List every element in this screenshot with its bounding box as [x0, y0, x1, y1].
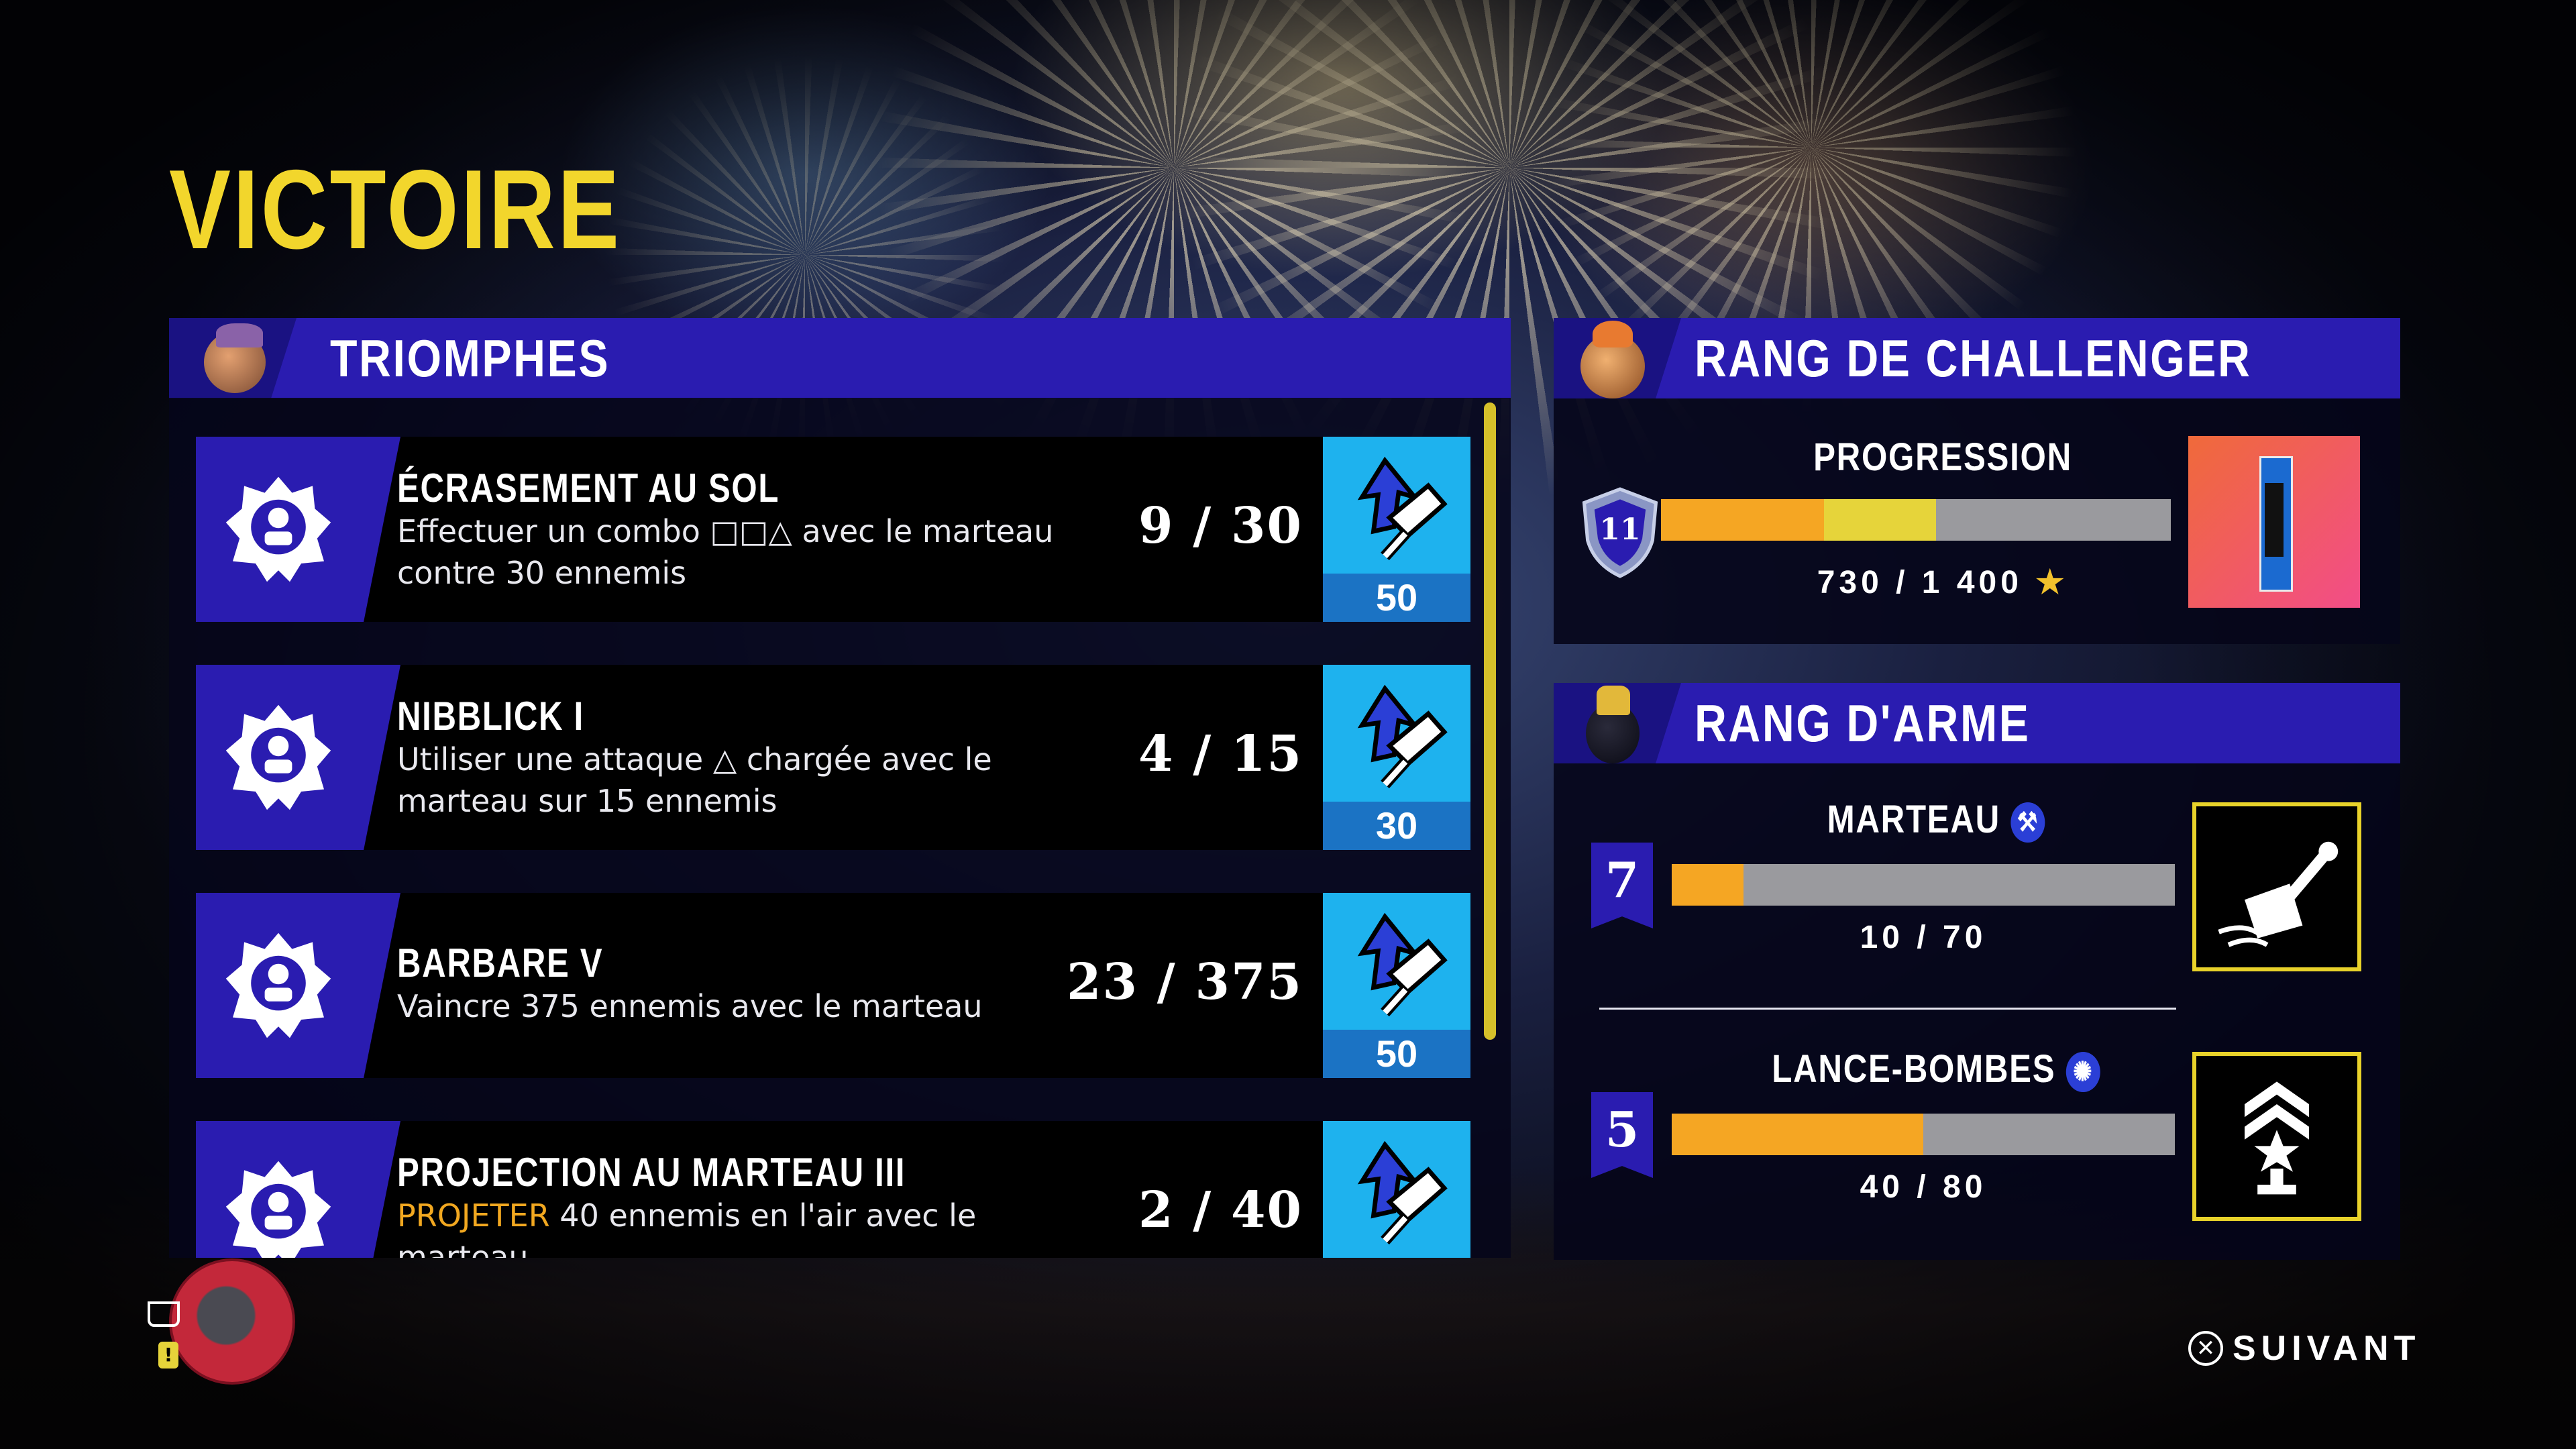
- challenger-title: RANG DE CHALLENGER: [1695, 328, 2252, 388]
- rank-shield-icon: 11: [1576, 486, 1664, 580]
- triumph-emblem-icon: [225, 704, 331, 810]
- triumph-progress: 2 / 40: [1138, 1181, 1303, 1239]
- hammer-xp-icon: [1357, 912, 1448, 1017]
- challenger-progress-bar: [1661, 499, 2171, 541]
- page-title: VICTOIRE: [169, 146, 622, 272]
- list-item: NIBBLICK I Utiliser une attaque △ chargé…: [196, 665, 1470, 850]
- keyword-highlight: PROJETER: [397, 1197, 550, 1234]
- hammer-icon: [2218, 841, 2339, 947]
- weapon-rank-title: RANG D'ARME: [1695, 693, 2031, 753]
- list-item: BARBARE V Vaincre 375 ennemis avec le ma…: [196, 893, 1470, 1078]
- hammer-xp-icon: [1357, 1140, 1448, 1245]
- character-portrait: [1554, 683, 1695, 763]
- challenger-panel: PROGRESSION 11 730 / 1 400 ★: [1554, 398, 2400, 644]
- cross-button-icon: ✕: [2188, 1331, 2223, 1366]
- hammer-icon: ⚒: [2010, 802, 2045, 843]
- weapon-name: LANCE-BOMBES ✺: [1731, 1046, 2141, 1092]
- triumph-emblem-icon: [225, 932, 331, 1038]
- alert-icon: !: [158, 1342, 178, 1368]
- triumph-description: PROJETER 40 ennemis en l'air avec le mar…: [397, 1197, 977, 1258]
- party-icon: [148, 1301, 180, 1327]
- weapon-progress-bar: [1672, 1114, 2175, 1155]
- next-label: SUIVANT: [2233, 1329, 2421, 1368]
- triumph-progress: 9 / 30: [1138, 497, 1303, 555]
- rank-number: 11: [1599, 513, 1641, 547]
- hammer-xp-icon: [1357, 684, 1448, 789]
- reward-value: 30: [1323, 802, 1470, 850]
- scrollbar[interactable]: [1484, 402, 1496, 1040]
- challenger-progress-value: 730 / 1 400 ★: [1817, 565, 2069, 600]
- reward-card-image: [2188, 436, 2360, 608]
- player-avatar: !: [148, 1258, 295, 1385]
- weapon-tile: [2192, 1052, 2361, 1221]
- triumph-emblem-icon: [225, 1161, 331, 1258]
- weapon-progress-value: 10 / 70: [1860, 920, 1987, 955]
- button-glyphs: △: [712, 741, 737, 777]
- weapon-rank-header: RANG D'ARME: [1554, 683, 2400, 763]
- weapon-tile: [2192, 802, 2361, 971]
- divider: [1599, 1008, 2176, 1010]
- reward-badge: 50: [1323, 437, 1470, 622]
- weapon-progress-bar: [1672, 864, 2175, 906]
- weapon-rank-flag: 5: [1591, 1092, 1653, 1178]
- challenger-header: RANG DE CHALLENGER: [1554, 318, 2400, 398]
- button-glyphs: □□△: [710, 513, 792, 549]
- triumph-description: Utiliser une attaque △ chargée avec le m…: [397, 741, 992, 819]
- list-item: ÉCRASEMENT AU SOL Effectuer un combo □□△…: [196, 437, 1470, 622]
- triumph-progress: 4 / 15: [1138, 725, 1303, 783]
- reward-badge: 50: [1323, 893, 1470, 1078]
- weapon-rank-flag: 7: [1591, 843, 1653, 928]
- reward-value: 50: [1323, 1030, 1470, 1078]
- progress-label: PROGRESSION: [1813, 435, 2072, 479]
- reward-badge: 30: [1323, 665, 1470, 850]
- next-button[interactable]: ✕ SUIVANT: [2188, 1328, 2420, 1368]
- triumph-emblem-icon: [225, 476, 331, 582]
- triumph-progress: 23 / 375: [1067, 953, 1303, 1011]
- weapon-rank-panel: MARTEAU ⚒ 7 10 / 70 LANCE-BOMBES ✺ 5 40 …: [1554, 763, 2400, 1260]
- triumph-description: Effectuer un combo □□△ avec le marteau c…: [397, 513, 1054, 591]
- bomb-launcher-icon: [2245, 1081, 2309, 1195]
- star-icon: ★: [2035, 565, 2069, 600]
- reward-badge: [1323, 1121, 1470, 1258]
- triumph-name: NIBBLICK I: [397, 694, 584, 739]
- list-item: PROJECTION AU MARTEAU III PROJETER 40 en…: [196, 1121, 1470, 1258]
- triumphs-header: TRIOMPHES: [169, 318, 1511, 398]
- triumphs-title: TRIOMPHES: [330, 328, 610, 388]
- hammer-xp-icon: [1357, 456, 1448, 561]
- weapon-name: MARTEAU ⚒: [1731, 797, 2141, 843]
- triumph-name: PROJECTION AU MARTEAU III: [397, 1150, 906, 1195]
- character-portrait: [169, 318, 310, 398]
- weapon-progress-value: 40 / 80: [1860, 1169, 1987, 1205]
- character-portrait: [1554, 318, 1695, 398]
- reward-value: 50: [1323, 574, 1470, 622]
- triumph-description: Vaincre 375 ennemis avec le marteau: [397, 988, 983, 1024]
- triumph-name: ÉCRASEMENT AU SOL: [397, 466, 780, 511]
- bomb-launcher-icon: ✺: [2065, 1051, 2100, 1092]
- triumphs-list[interactable]: ÉCRASEMENT AU SOL Effectuer un combo □□△…: [169, 398, 1511, 1258]
- triumph-name: BARBARE V: [397, 941, 604, 985]
